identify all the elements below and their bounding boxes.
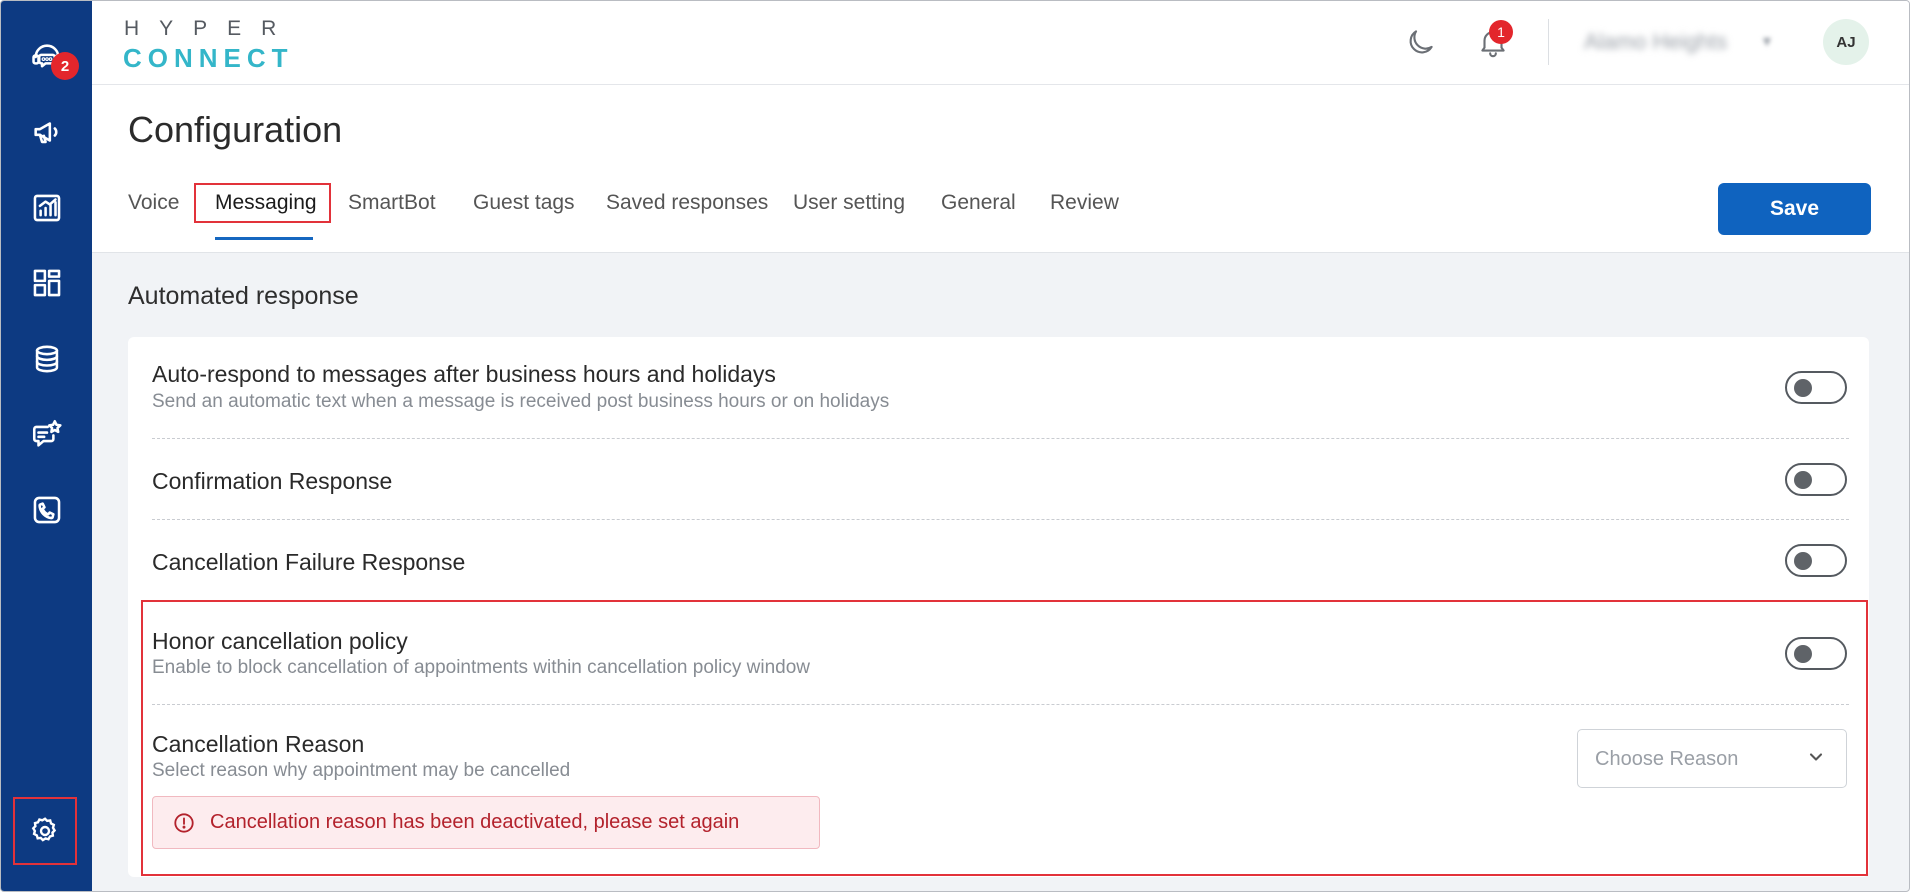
avatar[interactable]: AJ xyxy=(1823,19,1869,65)
divider xyxy=(152,438,1849,439)
sidebar-item-database[interactable] xyxy=(1,329,92,389)
account-selector[interactable]: Alamo Heights xyxy=(1584,29,1727,55)
tab-smartbot[interactable]: SmartBot xyxy=(348,191,436,215)
error-alert: Cancellation reason has been deactivated… xyxy=(152,796,820,849)
gear-icon xyxy=(31,817,57,842)
logo-wordmark-top: HYPER xyxy=(124,17,297,40)
sidebar-item-reports[interactable] xyxy=(1,178,92,238)
row-title-confirmation: Confirmation Response xyxy=(152,468,393,494)
row-title-honor-cancellation: Honor cancellation policy xyxy=(152,628,408,654)
active-tab-indicator xyxy=(215,237,313,240)
dashboard-grid-icon xyxy=(33,269,60,297)
select-placeholder: Choose Reason xyxy=(1595,748,1739,770)
header-divider xyxy=(1548,19,1549,65)
tab-voice[interactable]: Voice xyxy=(128,191,179,215)
sidebar-item-support[interactable]: 2 xyxy=(1,27,92,87)
chat-star-icon xyxy=(32,419,62,447)
tab-user-setting[interactable]: User setting xyxy=(793,191,905,215)
toggle-cancellation-failure[interactable] xyxy=(1785,544,1847,577)
moon-icon[interactable] xyxy=(1404,25,1438,59)
logo-wordmark-bottom: CONNECT xyxy=(123,43,294,73)
tab-guest-tags[interactable]: Guest tags xyxy=(473,191,575,215)
row-desc-cancellation-reason: Select reason why appointment may be can… xyxy=(152,760,571,781)
sidebar-item-settings[interactable] xyxy=(13,797,77,865)
automated-response-card: Auto-respond to messages after business … xyxy=(128,337,1869,877)
app-window: 2 HYPER CONNECT 1 Alamo Heights ▼ AJ Con… xyxy=(0,0,1910,892)
row-desc-auto-respond: Send an automatic text when a message is… xyxy=(152,391,890,412)
top-bar: HYPER CONNECT 1 Alamo Heights ▼ AJ xyxy=(92,1,1909,85)
tab-highlight-box xyxy=(194,183,331,223)
notification-badge: 1 xyxy=(1489,20,1513,44)
sidebar-item-dashboard[interactable] xyxy=(1,253,92,313)
cancellation-reason-select[interactable]: Choose Reason xyxy=(1577,729,1847,788)
megaphone-icon xyxy=(33,122,57,144)
page-header: Configuration Voice Messaging SmartBot G… xyxy=(92,85,1909,253)
chevron-down-icon[interactable]: ▼ xyxy=(1760,33,1774,49)
tab-general[interactable]: General xyxy=(941,191,1016,215)
report-chart-icon xyxy=(33,194,60,222)
phone-icon xyxy=(33,496,60,524)
divider xyxy=(152,704,1849,705)
database-icon xyxy=(35,345,58,373)
tab-saved-responses[interactable]: Saved responses xyxy=(606,191,768,215)
row-title-cancellation-reason: Cancellation Reason xyxy=(152,731,365,757)
toggle-confirmation[interactable] xyxy=(1785,463,1847,496)
chevron-down-icon xyxy=(1809,753,1823,761)
tab-review[interactable]: Review xyxy=(1050,191,1119,215)
row-title-auto-respond: Auto-respond to messages after business … xyxy=(152,361,776,387)
section-title: Automated response xyxy=(128,282,359,310)
save-button[interactable]: Save xyxy=(1718,183,1871,235)
divider xyxy=(152,519,1849,520)
sidebar-item-reviews[interactable] xyxy=(1,404,92,464)
toggle-honor-cancellation[interactable] xyxy=(1785,637,1847,670)
row-desc-honor-cancellation: Enable to block cancellation of appointm… xyxy=(152,657,810,678)
sidebar-item-voice[interactable] xyxy=(1,480,92,540)
page-title: Configuration xyxy=(128,109,343,150)
sidebar: 2 xyxy=(1,1,92,891)
error-message: Cancellation reason has been deactivated… xyxy=(210,811,740,833)
sidebar-item-campaigns[interactable] xyxy=(1,102,92,162)
row-title-cancellation-failure: Cancellation Failure Response xyxy=(152,549,466,575)
toggle-auto-respond[interactable] xyxy=(1785,371,1847,404)
support-badge: 2 xyxy=(51,52,79,80)
alert-circle-icon xyxy=(174,813,194,833)
